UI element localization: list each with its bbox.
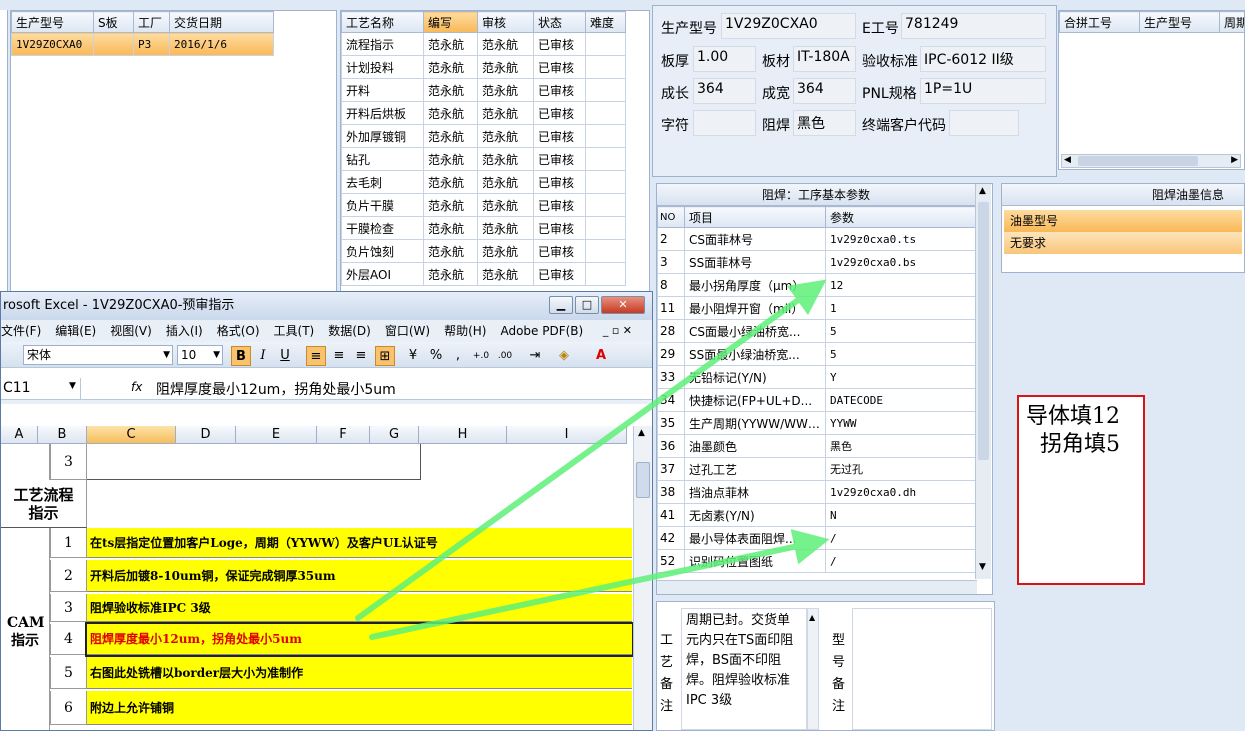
arrow-overlay — [355, 279, 830, 640]
arrow-to-corner-thickness — [355, 279, 827, 621]
